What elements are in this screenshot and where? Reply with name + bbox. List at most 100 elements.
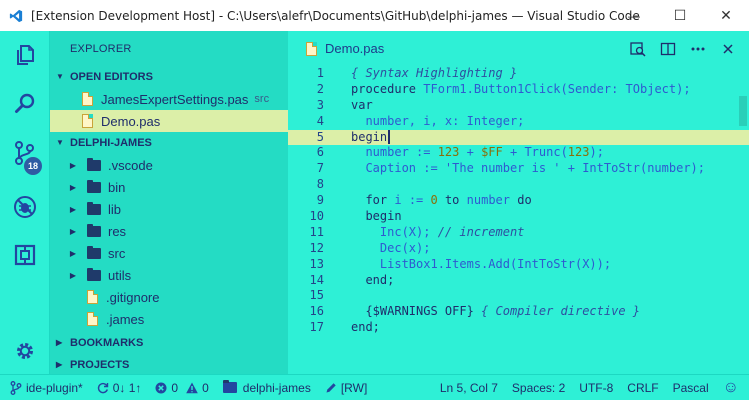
code-line[interactable]: 11 Inc(X); // increment (288, 225, 749, 241)
source-control-button[interactable]: 18 (0, 133, 50, 175)
eol-status[interactable]: CRLF (620, 375, 665, 400)
split-editor-button[interactable] (653, 31, 683, 66)
code-token: ); (589, 145, 604, 160)
open-preview-button[interactable] (623, 31, 653, 66)
tree-item-folder[interactable]: ▶ res (50, 220, 288, 242)
close-editor-button[interactable] (713, 31, 743, 66)
extensions-icon (14, 244, 36, 266)
code-line[interactable]: 2 procedure TForm1.Button1Click(Sender: T… (288, 82, 749, 98)
files-icon (17, 45, 34, 65)
status-bar: ide-plugin* 0↓ 1↑ 0 0 delphi-james [RW] … (0, 374, 749, 400)
code-token: $FF (481, 145, 503, 160)
open-editor-item-active[interactable]: Demo.pas (50, 110, 288, 132)
tree-item-folder[interactable]: ▶ lib (50, 198, 288, 220)
code-line[interactable]: 15 (288, 288, 749, 304)
search-preview-icon (630, 41, 646, 57)
chevron-right-icon: ▶ (69, 182, 77, 192)
chevron-right-icon: ▶ (69, 204, 77, 214)
code-token: {$WARNINGS OFF} (351, 304, 482, 319)
tree-item-folder[interactable]: ▶ src (50, 242, 288, 264)
code-token: number, i, x: Integer; (351, 113, 525, 128)
explorer-sidebar: EXPLORER ▼ OPEN EDITORS JamesExpertSetti… (50, 31, 288, 374)
close-icon (723, 43, 733, 54)
tree-item-folder[interactable]: ▶ bin (50, 176, 288, 198)
bookmarks-header[interactable]: ▶ BOOKMARKS (50, 332, 288, 354)
code-token: end; (351, 320, 380, 335)
code-line[interactable]: 4 number, i, x: Integer; (288, 114, 749, 130)
explorer-button[interactable] (0, 35, 50, 75)
tree-item-folder[interactable]: ▶ utils (50, 264, 288, 286)
folder-status[interactable]: delphi-james (216, 375, 318, 400)
folder-label: delphi-james (242, 380, 311, 395)
warning-icon (186, 382, 198, 393)
tree-item-folder[interactable]: ▶ .vscode (50, 154, 288, 176)
code-line[interactable]: 17 end; (288, 320, 749, 336)
split-editor-icon (660, 42, 676, 55)
tab-demo-pas[interactable]: Demo.pas (288, 31, 384, 66)
text-cursor (388, 130, 391, 145)
open-editor-description: src (254, 93, 270, 105)
code-line[interactable]: 16 {$WARNINGS OFF} { Compiler directive … (288, 304, 749, 320)
settings-button[interactable] (0, 331, 50, 371)
line-number: 12 (309, 240, 324, 255)
maximize-button[interactable]: ☐ (657, 0, 703, 31)
code-text: Dec(x); (351, 241, 431, 257)
extensions-button[interactable] (0, 235, 50, 275)
code-line[interactable]: 7 Caption := 'The number is ' + IntToStr… (288, 161, 749, 177)
activity-bar: 18 (0, 31, 50, 374)
tree-item-label: .james (106, 311, 145, 327)
line-number: 5 (316, 129, 324, 144)
code-line[interactable]: 1 { Syntax Highlighting } (288, 66, 749, 82)
cursor-position[interactable]: Ln 5, Col 7 (433, 375, 505, 400)
feedback-button[interactable]: ☺ (716, 375, 749, 400)
search-button[interactable] (0, 84, 50, 124)
code-line[interactable]: 13 ListBox1.Items.Add(IntToStr(X)); (288, 257, 749, 273)
indentation-status[interactable]: Spaces: 2 (505, 375, 572, 400)
section-label: PROJECTS (70, 359, 130, 371)
debug-button[interactable] (0, 187, 50, 227)
code-line[interactable]: 8 (288, 177, 749, 193)
code-text: for i := 0 to number do (351, 193, 531, 209)
smiley-icon: ☺ (722, 379, 739, 396)
code-line[interactable]: 14 end; (288, 273, 749, 289)
branch-status[interactable]: ide-plugin* (0, 375, 90, 400)
title-bar: [Extension Development Host] - C:\Users\… (0, 0, 749, 31)
code-editor[interactable]: 1 { Syntax Highlighting } 2 procedure TForm… (288, 66, 749, 336)
code-token: ListBox1.Items.Add(IntToStr(X)); (351, 256, 612, 271)
readonly-toggle[interactable]: [RW] (318, 375, 374, 400)
minimize-button[interactable]: — (611, 0, 657, 31)
code-token: i (394, 193, 402, 208)
code-line[interactable]: 12 Dec(x); (288, 241, 749, 257)
tree-item-label: .vscode (108, 157, 153, 173)
code-line[interactable]: 3 var (288, 98, 749, 114)
code-line[interactable]: 9 for i := 0 to number do (288, 193, 749, 209)
line-number: 6 (316, 145, 324, 160)
projects-header[interactable]: ▶ PROJECTS (50, 354, 288, 376)
line-number: 14 (309, 272, 324, 287)
code-line[interactable]: 10 begin (288, 209, 749, 225)
problems-status[interactable]: 0 0 (148, 375, 215, 400)
tree-item-label: lib (108, 201, 122, 217)
code-token: 123 (437, 145, 460, 160)
open-editor-item[interactable]: JamesExpertSettings.pas src (50, 88, 288, 110)
sync-status[interactable]: 0↓ 1↑ (90, 375, 149, 400)
line-number: 2 (316, 81, 324, 96)
code-token: procedure (351, 81, 424, 96)
line-number: 4 (316, 113, 324, 128)
tree-item-file[interactable]: .gitignore (50, 286, 288, 308)
language-mode[interactable]: Pascal (666, 375, 716, 400)
code-text: end; (351, 273, 394, 289)
encoding-status[interactable]: UTF-8 (572, 375, 620, 400)
git-branch-icon (10, 380, 22, 395)
code-text: begin (351, 130, 391, 146)
close-window-button[interactable]: ✕ (703, 0, 749, 31)
open-editors-header[interactable]: ▼ OPEN EDITORS (50, 66, 288, 88)
tree-item-file[interactable]: .james (50, 308, 288, 330)
folder-header[interactable]: ▼ DELPHI-JAMES (50, 132, 288, 154)
code-token: begin (351, 209, 402, 224)
more-actions-button[interactable] (683, 31, 713, 66)
code-line[interactable]: 6 number := 123 + $FF + Trunc(123); (288, 145, 749, 161)
gear-icon (17, 343, 33, 359)
code-line[interactable]: 5 begin (288, 129, 749, 146)
tree-item-label: src (108, 245, 126, 261)
